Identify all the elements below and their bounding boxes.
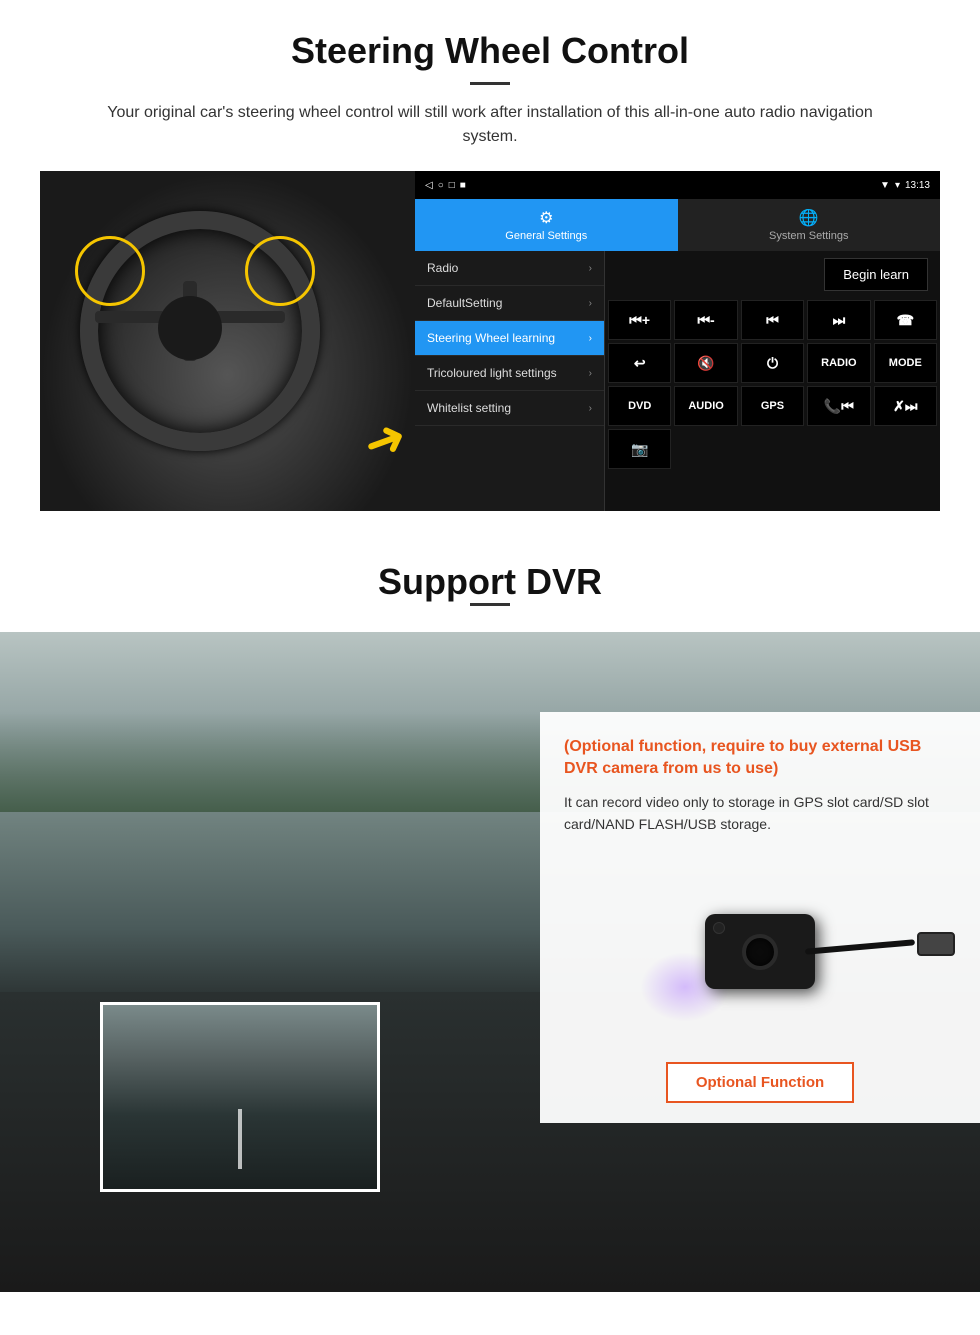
ctrl-radio[interactable]: RADIO — [807, 343, 870, 383]
sw-center — [158, 296, 222, 360]
status-bar: ◁ ○ □ ■ ▼ ▾ 13:13 — [415, 171, 940, 199]
tab-general-settings[interactable]: ⚙ General Settings — [415, 199, 678, 251]
ctrl-prev-track[interactable]: ⏮ — [741, 300, 804, 340]
dvr-inset-screenshot — [100, 1002, 380, 1192]
dvr-screenshot-inner — [103, 1005, 377, 1189]
ctrl-audio[interactable]: AUDIO — [674, 386, 737, 426]
tab-system-label: System Settings — [769, 230, 848, 242]
dvr-title-divider — [470, 603, 510, 606]
ctrl-camera[interactable]: 📷 — [608, 429, 671, 469]
yellow-arrow-icon — [345, 411, 415, 471]
tab-system-settings[interactable]: 🌐 System Settings — [678, 199, 941, 251]
wifi-icon: ▾ — [895, 180, 900, 191]
clock: 13:13 — [905, 180, 930, 191]
steering-controls-grid: ⏮+ ⏮- ⏮ ⏭ ☎ ↩ 🔇 ⏻ RADIO MODE DVD AUDIO G… — [605, 297, 940, 472]
sw-spoke-left — [95, 311, 165, 323]
chevron-right-icon: › — [589, 368, 592, 379]
chevron-right-icon: › — [589, 298, 592, 309]
dvr-camera-image — [564, 852, 956, 1052]
dvr-section: Support DVR (Optional function, require … — [0, 531, 980, 1331]
menu-item-radio[interactable]: Radio › — [415, 251, 604, 286]
dvr-info-card: (Optional function, require to buy exter… — [540, 712, 980, 1123]
begin-learn-row: Begin learn — [605, 251, 940, 297]
ctrl-vol-down[interactable]: ⏮- — [674, 300, 737, 340]
settings-menu-list: Radio › DefaultSetting › Steering Wheel … — [415, 251, 605, 511]
sw-circle-right — [245, 236, 315, 306]
menu-item-steering-wheel[interactable]: Steering Wheel learning › — [415, 321, 604, 356]
menu-item-tricoloured[interactable]: Tricoloured light settings › — [415, 356, 604, 391]
camera-device — [705, 914, 815, 989]
menu-item-default-label: DefaultSetting — [427, 296, 502, 310]
camera-lens — [742, 934, 778, 970]
subtitle-text: Your original car's steering wheel contr… — [80, 101, 900, 149]
dvr-description: It can record video only to storage in G… — [564, 791, 956, 836]
recent-icon: □ — [449, 180, 455, 191]
menu-item-steering-label: Steering Wheel learning — [427, 331, 555, 345]
chevron-right-icon: › — [589, 403, 592, 414]
camera-body — [705, 914, 815, 989]
steering-content: ◁ ○ □ ■ ▼ ▾ 13:13 ⚙ General Settings — [40, 171, 940, 511]
dvr-title: Support DVR — [40, 561, 940, 603]
camera-cable — [805, 939, 915, 955]
dvr-title-area: Support DVR — [0, 531, 980, 632]
menu-item-whitelist[interactable]: Whitelist setting › — [415, 391, 604, 426]
android-ui-panel: ◁ ○ □ ■ ▼ ▾ 13:13 ⚙ General Settings — [415, 171, 940, 511]
ctrl-mode[interactable]: MODE — [874, 343, 937, 383]
tab-general-label: General Settings — [505, 230, 587, 242]
menu-item-tricoloured-label: Tricoloured light settings — [427, 366, 557, 380]
optional-function-button[interactable]: Optional Function — [666, 1062, 854, 1103]
sw-circle-left — [75, 236, 145, 306]
title-divider — [470, 82, 510, 85]
page-title: Steering Wheel Control — [40, 30, 940, 72]
begin-learn-button[interactable]: Begin learn — [824, 258, 928, 291]
ctrl-dvd[interactable]: DVD — [608, 386, 671, 426]
chevron-right-icon: › — [589, 333, 592, 344]
signal-icon: ▼ — [880, 180, 890, 191]
status-info: ▼ ▾ 13:13 — [880, 180, 930, 191]
nav-icons: ◁ ○ □ ■ — [425, 180, 466, 191]
ctrl-mute[interactable]: 🔇 — [674, 343, 737, 383]
back-icon: ◁ — [425, 180, 433, 191]
chevron-right-icon: › — [589, 263, 592, 274]
ctrl-gps[interactable]: GPS — [741, 386, 804, 426]
controls-panel: Begin learn ⏮+ ⏮- ⏮ ⏭ ☎ ↩ 🔇 ⏻ RADIO MODE… — [605, 251, 940, 511]
steering-section: Steering Wheel Control Your original car… — [0, 0, 980, 531]
ctrl-next-track[interactable]: ⏭ — [807, 300, 870, 340]
ctrl-phone[interactable]: ☎ — [874, 300, 937, 340]
ctrl-back[interactable]: ↩ — [608, 343, 671, 383]
steering-wheel-image — [40, 171, 415, 511]
ctrl-vol-up[interactable]: ⏮+ — [608, 300, 671, 340]
menu-item-radio-label: Radio — [427, 261, 458, 275]
menu-controls-area: Radio › DefaultSetting › Steering Wheel … — [415, 251, 940, 511]
usb-connector — [917, 932, 955, 956]
dvr-background-image: (Optional function, require to buy exter… — [0, 632, 980, 1292]
home-icon: ○ — [438, 180, 444, 191]
road-center-line — [238, 1109, 242, 1169]
network-icon: 🌐 — [799, 208, 819, 228]
menu-icon: ■ — [460, 180, 466, 191]
settings-tabs: ⚙ General Settings 🌐 System Settings — [415, 199, 940, 251]
camera-sensor — [713, 922, 725, 934]
ctrl-phone-prev[interactable]: 📞⏮ — [807, 386, 870, 426]
gear-icon: ⚙ — [539, 208, 553, 228]
menu-item-default-setting[interactable]: DefaultSetting › — [415, 286, 604, 321]
sw-spoke-right — [215, 311, 285, 323]
dvr-optional-heading: (Optional function, require to buy exter… — [564, 736, 956, 781]
menu-item-whitelist-label: Whitelist setting — [427, 401, 511, 415]
steering-wheel — [70, 201, 380, 491]
ctrl-power[interactable]: ⏻ — [741, 343, 804, 383]
ctrl-skip-next[interactable]: ✗⏭ — [874, 386, 937, 426]
